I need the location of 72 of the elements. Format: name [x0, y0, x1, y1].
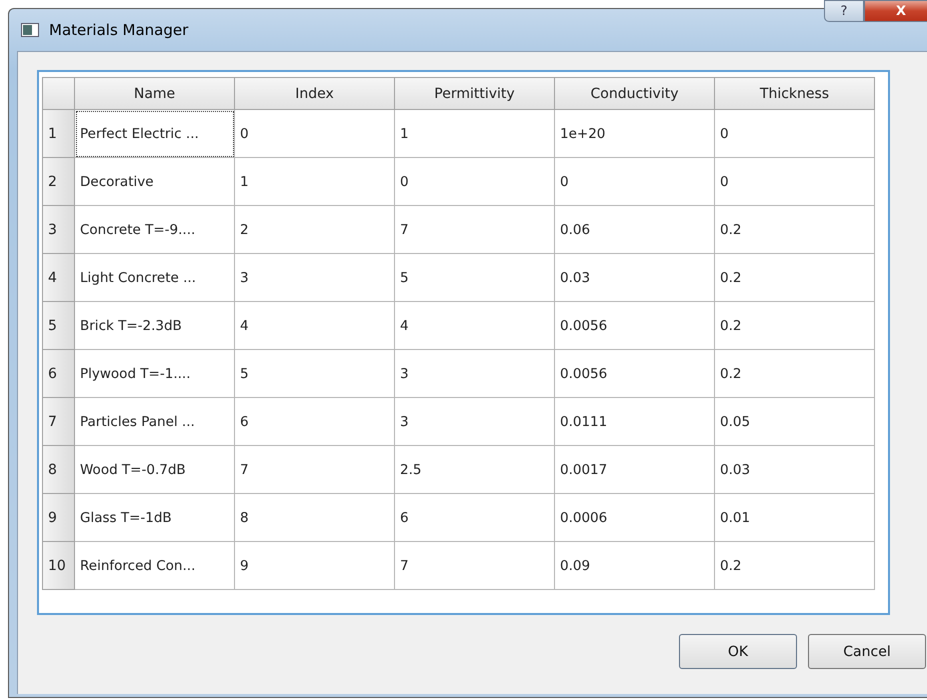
table-cell[interactable]: 0.2 [715, 206, 875, 254]
table-cell[interactable]: 7 [235, 446, 395, 494]
table-cell[interactable]: 0.2 [715, 542, 875, 590]
table-cell[interactable]: Particles Panel ... [75, 398, 235, 446]
row-header[interactable]: 3 [42, 206, 75, 254]
table-cell[interactable]: 1 [395, 110, 555, 158]
table-cell[interactable]: 6 [395, 494, 555, 542]
row-header[interactable]: 7 [42, 398, 75, 446]
table-cell[interactable]: Reinforced Con... [75, 542, 235, 590]
table-cell[interactable]: 2 [235, 206, 395, 254]
table-cell[interactable]: 4 [395, 302, 555, 350]
table-cell[interactable]: 0.2 [715, 254, 875, 302]
window-title: Materials Manager [49, 21, 188, 39]
table-cell[interactable]: Light Concrete ... [75, 254, 235, 302]
table-cell[interactable]: 2.5 [395, 446, 555, 494]
table-cell[interactable]: 5 [235, 350, 395, 398]
column-header[interactable]: Thickness [715, 77, 875, 110]
table-cell[interactable]: 6 [235, 398, 395, 446]
table-cell[interactable]: 0.03 [555, 254, 715, 302]
column-header[interactable]: Index [235, 77, 395, 110]
table-cell[interactable]: 0.2 [715, 350, 875, 398]
table-cell[interactable]: 0.0056 [555, 350, 715, 398]
table-cell[interactable]: Concrete T=-9.... [75, 206, 235, 254]
table-cell[interactable]: 0 [715, 110, 875, 158]
table-cell[interactable]: Plywood T=-1.... [75, 350, 235, 398]
table-cell[interactable]: 7 [395, 206, 555, 254]
table-cell[interactable]: Wood T=-0.7dB [75, 446, 235, 494]
table-cell[interactable]: 0.0017 [555, 446, 715, 494]
table-cell[interactable]: Perfect Electric ... [75, 110, 235, 158]
table-cell[interactable]: 8 [235, 494, 395, 542]
table-cell[interactable]: 0 [395, 158, 555, 206]
table-cell[interactable]: 0.0056 [555, 302, 715, 350]
table-cell[interactable]: 0.01 [715, 494, 875, 542]
window-icon [21, 23, 39, 37]
table-cell[interactable]: 3 [235, 254, 395, 302]
row-header[interactable]: 2 [42, 158, 75, 206]
table-cell[interactable]: 0.2 [715, 302, 875, 350]
table-cell[interactable]: 1e+20 [555, 110, 715, 158]
row-header[interactable]: 10 [42, 542, 75, 590]
help-button[interactable]: ? [824, 0, 864, 22]
row-header[interactable]: 5 [42, 302, 75, 350]
table-cell[interactable]: Decorative [75, 158, 235, 206]
table-cell[interactable]: 0.06 [555, 206, 715, 254]
table-cell[interactable]: 0.05 [715, 398, 875, 446]
row-header[interactable]: 1 [42, 110, 75, 158]
table-cell[interactable]: 0 [715, 158, 875, 206]
table-cell[interactable]: 0.03 [715, 446, 875, 494]
close-button[interactable]: X [864, 0, 927, 22]
corner-header[interactable] [42, 77, 75, 110]
table-cell[interactable]: Brick T=-2.3dB [75, 302, 235, 350]
row-header[interactable]: 9 [42, 494, 75, 542]
table-cell[interactable]: 7 [395, 542, 555, 590]
table-cell[interactable]: 5 [395, 254, 555, 302]
table-cell[interactable]: 0.09 [555, 542, 715, 590]
table-cell[interactable]: 4 [235, 302, 395, 350]
row-header[interactable]: 4 [42, 254, 75, 302]
cancel-button[interactable]: Cancel [808, 634, 926, 669]
column-header[interactable]: Name [75, 77, 235, 110]
table-cell[interactable]: Glass T=-1dB [75, 494, 235, 542]
row-header[interactable]: 6 [42, 350, 75, 398]
table-cell[interactable]: 0.0111 [555, 398, 715, 446]
table-cell[interactable]: 1 [235, 158, 395, 206]
table-cell[interactable]: 9 [235, 542, 395, 590]
column-header[interactable]: Conductivity [555, 77, 715, 110]
ok-button[interactable]: OK [679, 634, 797, 669]
table-cell[interactable]: 3 [395, 398, 555, 446]
table-cell[interactable]: 3 [395, 350, 555, 398]
row-header[interactable]: 8 [42, 446, 75, 494]
table-cell[interactable]: 0.0006 [555, 494, 715, 542]
table-cell[interactable]: 0 [555, 158, 715, 206]
column-header[interactable]: Permittivity [395, 77, 555, 110]
table-cell[interactable]: 0 [235, 110, 395, 158]
